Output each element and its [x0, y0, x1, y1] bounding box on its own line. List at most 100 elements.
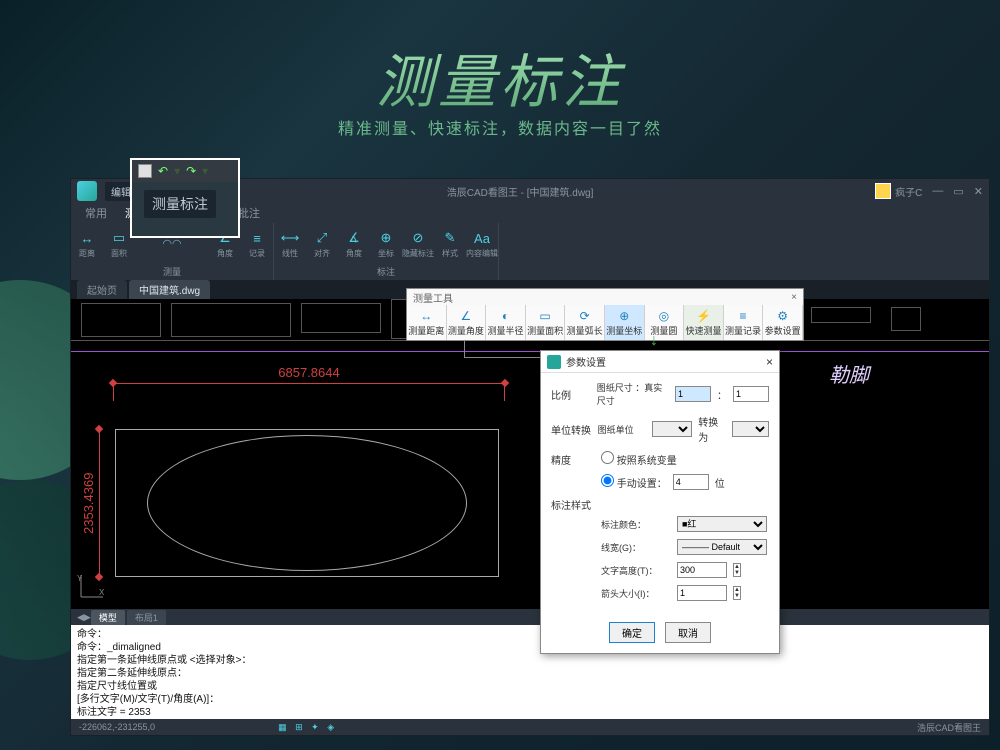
- measure-label: 测量距离: [408, 324, 444, 337]
- measure-label: 测量半径: [487, 324, 523, 337]
- ribbon-tool[interactable]: ⟷线性: [274, 223, 306, 265]
- ribbon-tool[interactable]: ✎样式: [434, 223, 466, 265]
- tool-label: 角度: [217, 248, 233, 259]
- user-badge[interactable]: 疯子C: [875, 183, 922, 199]
- hero-subtitle: 精准测量、快速标注，数据内容一目了然: [0, 115, 1000, 139]
- app-window: 编辑模式 浩辰CAD看图王 - [中国建筑.dwg] 疯子C — ▭ ✕ 常用测…: [70, 178, 990, 736]
- tool-label: 线性: [282, 248, 298, 259]
- layer-swatch-icon: [138, 164, 152, 178]
- minimize-button[interactable]: —: [932, 185, 943, 198]
- horizontal-dimension: 6857.8644: [113, 383, 505, 384]
- undo-icon[interactable]: ↶: [158, 164, 168, 178]
- unit-label: 单位转换: [551, 422, 592, 437]
- command-line: 命令：: [77, 628, 983, 641]
- style-input[interactable]: [677, 562, 727, 578]
- file-tab[interactable]: 起始页: [77, 280, 127, 299]
- tool-icon: ↔: [78, 229, 96, 247]
- tool-label: 隐藏标注: [402, 248, 434, 259]
- measure-tool[interactable]: ⚡快速测量: [684, 305, 724, 340]
- annotation-text: 勒脚: [829, 359, 869, 388]
- measure-tool[interactable]: ⟳测量弧长: [565, 305, 605, 340]
- dialog-icon: [547, 355, 561, 369]
- ok-button[interactable]: 确定: [609, 622, 655, 643]
- measure-label: 参数设置: [765, 324, 801, 337]
- tool-label: 内容编辑: [466, 248, 498, 259]
- ortho-icon[interactable]: ⊞: [295, 722, 303, 732]
- username: 疯子C: [895, 184, 922, 199]
- precision-input[interactable]: [673, 474, 709, 490]
- unit-select[interactable]: [652, 421, 693, 437]
- osnap-icon[interactable]: ◈: [327, 722, 334, 732]
- style-section-label: 标注样式: [551, 497, 769, 512]
- convert-label: 转换为: [698, 414, 726, 444]
- measure-tool[interactable]: ↔测量距离: [407, 305, 447, 340]
- style-color-select[interactable]: ■红: [677, 516, 767, 532]
- measure-label: 快速测量: [685, 324, 721, 337]
- svg-text:X: X: [99, 588, 105, 597]
- measure-label: 测量角度: [448, 324, 484, 337]
- style-input[interactable]: [677, 585, 727, 601]
- dialog-title: 参数设置: [566, 354, 606, 369]
- measure-tool[interactable]: ⚙参数设置: [763, 305, 803, 340]
- ribbon-tool[interactable]: Aa内容编辑: [466, 223, 498, 265]
- zoom-tab-label[interactable]: 测量标注: [144, 190, 216, 218]
- style-lineweight-select[interactable]: ——— Default: [677, 539, 767, 555]
- tool-label: 样式: [442, 248, 458, 259]
- scale-input-1[interactable]: [675, 386, 711, 402]
- snap-icon[interactable]: ▦: [278, 722, 287, 732]
- file-tab[interactable]: 中国建筑.dwg: [129, 280, 210, 299]
- tabs-left-icon[interactable]: ◀▶: [77, 612, 91, 623]
- scale-input-2[interactable]: [733, 386, 769, 402]
- grid-icon[interactable]: ✦: [311, 722, 319, 732]
- measure-icon: ⚡: [693, 308, 713, 324]
- command-panel[interactable]: 命令：命令：_dimaligned指定第一条延伸线原点或 <选择对象>：指定第二…: [71, 625, 989, 719]
- command-line: 标注文字 = 2353: [77, 706, 983, 719]
- measure-tool[interactable]: ◐测量半径: [486, 305, 526, 340]
- measure-tool[interactable]: ≡测量记录: [724, 305, 764, 340]
- ribbon-tool[interactable]: ⊕坐标: [370, 223, 402, 265]
- menu-item[interactable]: 常用: [85, 205, 107, 221]
- redo-more-icon[interactable]: ▾: [202, 164, 208, 178]
- measure-icon: ◎: [654, 308, 674, 324]
- dim-value: 2353.4369: [81, 429, 96, 577]
- convert-select[interactable]: [732, 421, 769, 437]
- undo-more-icon[interactable]: ▾: [174, 164, 180, 178]
- ribbon-tool[interactable]: ∡角度: [338, 223, 370, 265]
- cancel-button[interactable]: 取消: [665, 622, 711, 643]
- brand-label: 浩辰CAD看图王: [917, 721, 981, 734]
- command-line: 命令：_dimaligned: [77, 641, 983, 654]
- redo-icon[interactable]: ↷: [186, 164, 196, 178]
- measure-icon: ∠: [456, 308, 476, 324]
- tool-icon: ▭: [110, 229, 128, 247]
- tool-label: 距离: [79, 248, 95, 259]
- measure-icon: ≡: [733, 308, 753, 324]
- ribbon-tool[interactable]: ⊘隐藏标注: [402, 223, 434, 265]
- dialog-close-icon[interactable]: ×: [766, 355, 773, 369]
- measure-tool[interactable]: ∠测量角度: [447, 305, 487, 340]
- measure-tool[interactable]: ⊕测量坐标: [605, 305, 645, 340]
- tool-icon: ≡: [248, 229, 266, 247]
- close-button[interactable]: ✕: [974, 185, 983, 198]
- tool-icon: ⊕: [377, 229, 395, 247]
- measure-toolbar: 测量工具 × ↔测量距离∠测量角度◐测量半径▭测量面积⟳测量弧长⊕测量坐标◎测量…: [406, 288, 804, 341]
- layout-tab[interactable]: 布局1: [127, 610, 166, 625]
- maximize-button[interactable]: ▭: [953, 185, 963, 198]
- model-tab[interactable]: 模型: [91, 610, 125, 625]
- ribbon-tool[interactable]: ↔距离: [71, 223, 103, 265]
- svg-text:Y: Y: [77, 574, 83, 583]
- measure-icon: ↔: [416, 308, 436, 324]
- layout-tabs: ◀▶ 模型 布局1: [71, 609, 989, 625]
- command-line: [多行文字(M)/文字(T)/角度(A)]：: [77, 693, 983, 706]
- avatar: [875, 183, 891, 199]
- measure-label: 测量坐标: [606, 324, 642, 337]
- measure-tool[interactable]: ▭测量面积: [526, 305, 566, 340]
- precision-radio-manual[interactable]: 手动设置：: [601, 474, 667, 490]
- ribbon-tool[interactable]: ≡记录: [241, 223, 273, 265]
- command-line: 指定第二条延伸线原点：: [77, 667, 983, 680]
- unit-sublabel: 图纸单位: [598, 423, 646, 436]
- close-icon[interactable]: ×: [791, 292, 797, 303]
- tool-icon: ⟷: [281, 229, 299, 247]
- ribbon-tool[interactable]: ⤢对齐: [306, 223, 338, 265]
- precision-radio-sys[interactable]: 按照系统变量: [601, 451, 677, 467]
- window-title: 浩辰CAD看图王 - [中国建筑.dwg]: [165, 184, 875, 199]
